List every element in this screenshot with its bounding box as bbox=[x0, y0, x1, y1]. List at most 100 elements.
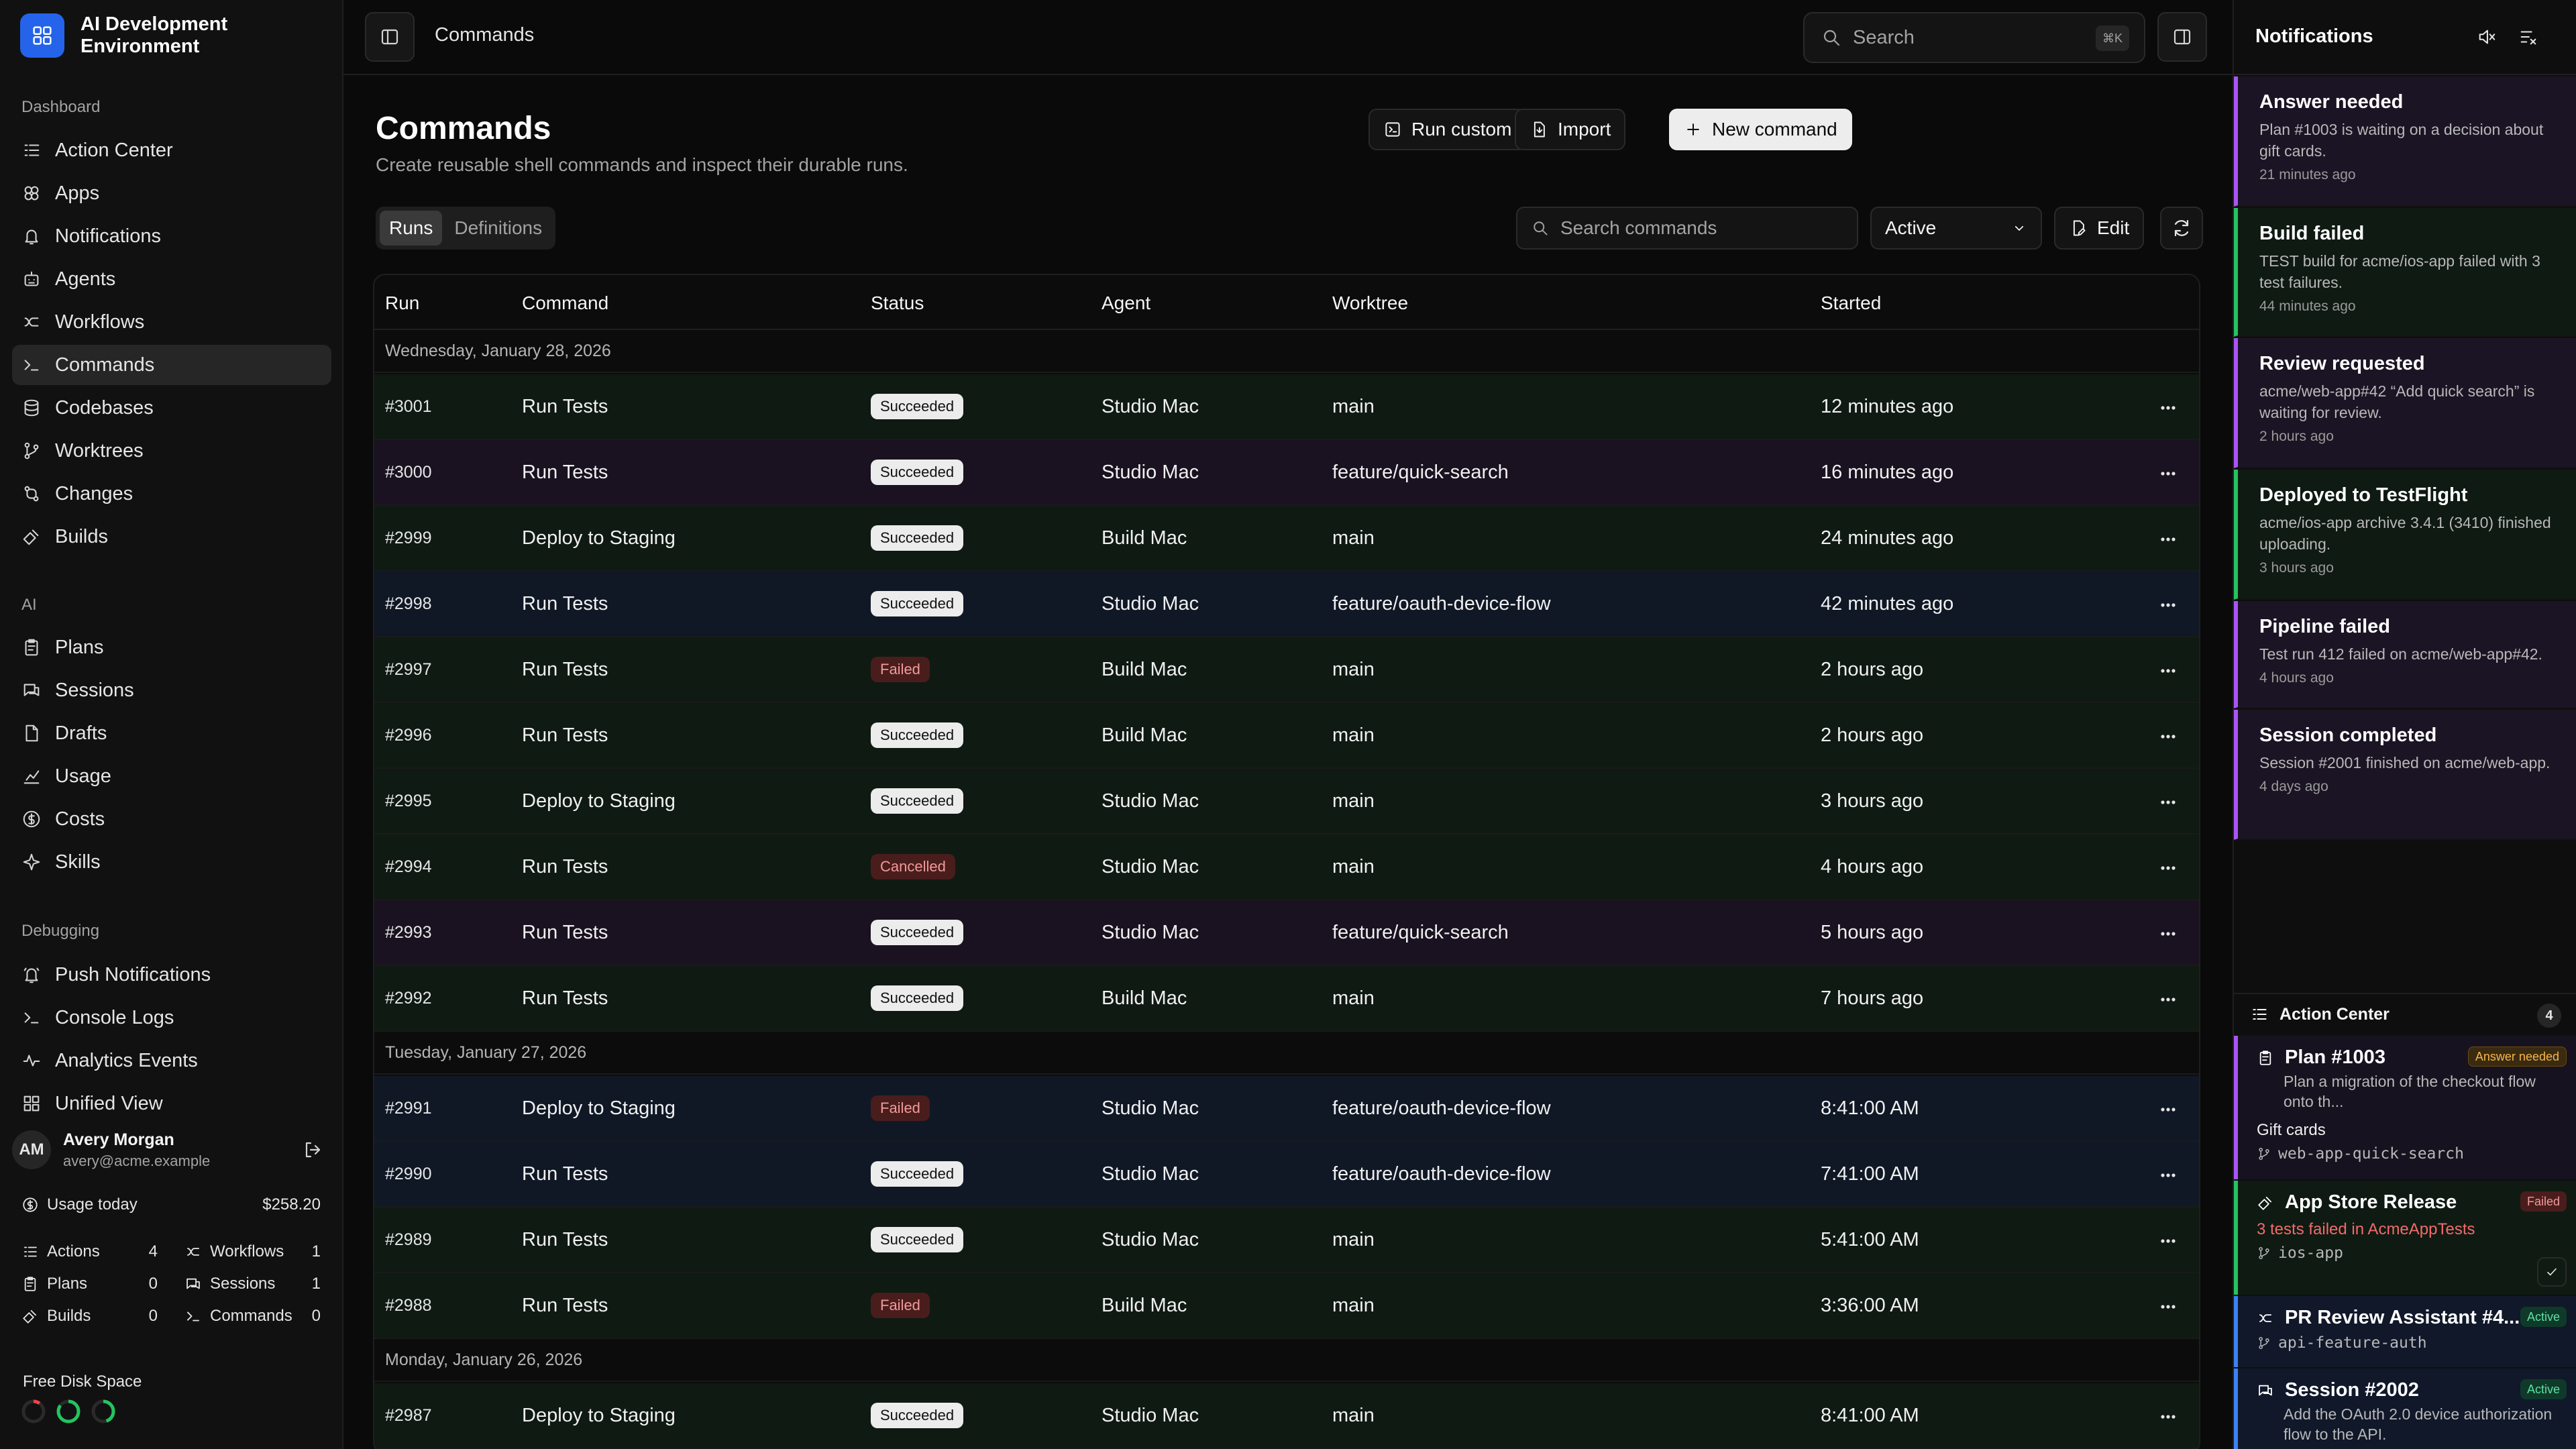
run-id[interactable]: #2991 bbox=[385, 1076, 432, 1140]
sidebar-item-analytics-events[interactable]: Analytics Events bbox=[12, 1040, 331, 1081]
column-agent[interactable]: Agent bbox=[1102, 292, 1150, 314]
table-row[interactable]: #2989 Run Tests Succeeded Studio Mac main 5:4… bbox=[374, 1208, 2199, 1273]
run-id[interactable]: #2989 bbox=[385, 1208, 432, 1272]
sidebar-item-drafts[interactable]: Drafts bbox=[12, 713, 331, 753]
table-row[interactable]: #2988 Run Tests Failed Build Mac main 3:36:00… bbox=[374, 1273, 2199, 1339]
sidebar-item-unified-view[interactable]: Unified View bbox=[12, 1083, 331, 1124]
notification-card[interactable]: Session completed Session #2001 finished … bbox=[2234, 710, 2576, 840]
table-row[interactable]: #3001 Run Tests Succeeded Studio Mac main 12 … bbox=[374, 374, 2199, 440]
more-actions-button[interactable] bbox=[2157, 594, 2179, 616]
column-worktree[interactable]: Worktree bbox=[1332, 292, 1408, 314]
command-name[interactable]: Deploy to Staging bbox=[522, 506, 676, 570]
worktree-name[interactable]: main bbox=[1332, 1273, 1375, 1338]
action-card[interactable]: App Store Release Failed 3 tests failed in… bbox=[2234, 1181, 2576, 1295]
action-center-header[interactable]: Action Center 4 bbox=[2234, 993, 2576, 1034]
worktree-name[interactable]: feature/oauth-device-flow bbox=[1332, 1076, 1551, 1140]
worktree-name[interactable]: main bbox=[1332, 966, 1375, 1030]
command-name[interactable]: Run Tests bbox=[522, 1273, 608, 1338]
stat-sessions[interactable]: Sessions 1 bbox=[184, 1275, 321, 1293]
run-id[interactable]: #2999 bbox=[385, 506, 432, 570]
stat-plans[interactable]: Plans 0 bbox=[21, 1275, 158, 1293]
sidebar-item-changes[interactable]: Changes bbox=[12, 474, 331, 514]
disk-ring-1[interactable] bbox=[20, 1398, 47, 1425]
status-filter-select[interactable]: Active bbox=[1870, 207, 2042, 250]
notification-card[interactable]: Deployed to TestFlight acme/ios-app archi… bbox=[2234, 470, 2576, 600]
notification-card[interactable]: Review requested acme/web-app#42 “Add qui… bbox=[2234, 338, 2576, 468]
worktree-name[interactable]: main bbox=[1332, 374, 1375, 439]
worktree-name[interactable]: main bbox=[1332, 1208, 1375, 1272]
table-row[interactable]: #2999 Deploy to Staging Succeeded Build Mac… bbox=[374, 506, 2199, 572]
stat-builds[interactable]: Builds 0 bbox=[21, 1307, 158, 1326]
table-row[interactable]: #3000 Run Tests Succeeded Studio Mac feature… bbox=[374, 440, 2199, 506]
check-button[interactable] bbox=[2537, 1257, 2567, 1287]
run-id[interactable]: #2995 bbox=[385, 769, 432, 833]
logout-icon[interactable] bbox=[302, 1139, 323, 1161]
usage-today[interactable]: Usage today $258.20 bbox=[21, 1195, 321, 1214]
command-name[interactable]: Run Tests bbox=[522, 966, 608, 1030]
sidebar-item-commands[interactable]: Commands bbox=[12, 345, 331, 385]
more-actions-button[interactable] bbox=[2157, 1296, 2179, 1318]
sidebar-item-skills[interactable]: Skills bbox=[12, 842, 331, 882]
run-id[interactable]: #3001 bbox=[385, 374, 432, 439]
notification-card[interactable]: Pipeline failed Test run 412 failed on ac… bbox=[2234, 601, 2576, 708]
column-command[interactable]: Command bbox=[522, 292, 608, 314]
sidebar-item-apps[interactable]: Apps bbox=[12, 173, 331, 213]
worktree-name[interactable]: main bbox=[1332, 703, 1375, 767]
command-name[interactable]: Deploy to Staging bbox=[522, 1076, 676, 1140]
sidebar-item-builds[interactable]: Builds bbox=[12, 517, 331, 557]
breadcrumb[interactable]: Commands bbox=[435, 24, 534, 46]
more-actions-button[interactable] bbox=[2157, 397, 2179, 419]
sidebar-item-agents[interactable]: Agents bbox=[12, 259, 331, 299]
table-row[interactable]: #2998 Run Tests Succeeded Studio Mac feature… bbox=[374, 572, 2199, 637]
command-name[interactable]: Deploy to Staging bbox=[522, 769, 676, 833]
sidebar-item-console-logs[interactable]: Console Logs bbox=[12, 998, 331, 1038]
table-row[interactable]: #2997 Run Tests Failed Build Mac main 2 hours… bbox=[374, 637, 2199, 703]
command-name[interactable]: Run Tests bbox=[522, 637, 608, 702]
command-name[interactable]: Run Tests bbox=[522, 1142, 608, 1206]
column-run[interactable]: Run bbox=[385, 292, 419, 314]
table-row[interactable]: #2994 Run Tests Cancelled Studio Mac main 4 h… bbox=[374, 835, 2199, 900]
sidebar-item-usage[interactable]: Usage bbox=[12, 756, 331, 796]
action-card[interactable]: PR Review Assistant #4... Active api-featu… bbox=[2234, 1296, 2576, 1367]
worktree-name[interactable]: main bbox=[1332, 506, 1375, 570]
command-name[interactable]: Run Tests bbox=[522, 374, 608, 439]
import-button[interactable]: Import bbox=[1515, 109, 1626, 150]
run-id[interactable]: #2996 bbox=[385, 703, 432, 767]
table-row[interactable]: #2991 Deploy to Staging Failed Studio Mac fe… bbox=[374, 1076, 2199, 1142]
run-id[interactable]: #2998 bbox=[385, 572, 432, 636]
run-id[interactable]: #3000 bbox=[385, 440, 432, 504]
stat-actions[interactable]: Actions 4 bbox=[21, 1242, 158, 1261]
worktree-name[interactable]: main bbox=[1332, 835, 1375, 899]
sidebar-item-workflows[interactable]: Workflows bbox=[12, 302, 331, 342]
sidebar-item-sessions[interactable]: Sessions bbox=[12, 670, 331, 710]
column-status[interactable]: Status bbox=[871, 292, 924, 314]
worktree-name[interactable]: feature/oauth-device-flow bbox=[1332, 572, 1551, 636]
run-id[interactable]: #2997 bbox=[385, 637, 432, 702]
action-card[interactable]: Session #2002 Active Add the OAuth 2.0 dev… bbox=[2234, 1368, 2576, 1449]
run-id[interactable]: #2994 bbox=[385, 835, 432, 899]
worktree-name[interactable]: feature/oauth-device-flow bbox=[1332, 1142, 1551, 1206]
more-actions-button[interactable] bbox=[2157, 1165, 2179, 1186]
sidebar-item-plans[interactable]: Plans bbox=[12, 627, 331, 667]
action-card[interactable]: Plan #1003 Answer needed Plan a migration … bbox=[2234, 1036, 2576, 1179]
table-row[interactable]: #2995 Deploy to Staging Succeeded Studio Ma… bbox=[374, 769, 2199, 835]
run-custom-button[interactable]: Run custom bbox=[1368, 109, 1527, 150]
sidebar-item-push-notifications[interactable]: Push Notifications bbox=[12, 955, 331, 995]
disk-ring-3[interactable] bbox=[90, 1398, 117, 1425]
worktree-name[interactable]: feature/quick-search bbox=[1332, 900, 1509, 965]
mute-icon[interactable] bbox=[2477, 27, 2497, 47]
command-name[interactable]: Run Tests bbox=[522, 703, 608, 767]
table-row[interactable]: #2993 Run Tests Succeeded Studio Mac feature… bbox=[374, 900, 2199, 966]
worktree-name[interactable]: main bbox=[1332, 769, 1375, 833]
refresh-button[interactable] bbox=[2160, 207, 2203, 250]
run-id[interactable]: #2993 bbox=[385, 900, 432, 965]
clear-all-icon[interactable] bbox=[2518, 27, 2538, 47]
new-command-button[interactable]: New command bbox=[1669, 109, 1852, 150]
table-row[interactable]: #2996 Run Tests Succeeded Build Mac main 2 ho… bbox=[374, 703, 2199, 769]
notification-card[interactable]: Answer needed Plan #1003 is waiting on a … bbox=[2234, 76, 2576, 207]
sidebar-item-worktrees[interactable]: Worktrees bbox=[12, 431, 331, 471]
command-name[interactable]: Run Tests bbox=[522, 835, 608, 899]
sidebar-item-action-center[interactable]: Action Center bbox=[12, 130, 331, 170]
run-id[interactable]: #2992 bbox=[385, 966, 432, 1030]
worktree-name[interactable]: main bbox=[1332, 1383, 1375, 1448]
